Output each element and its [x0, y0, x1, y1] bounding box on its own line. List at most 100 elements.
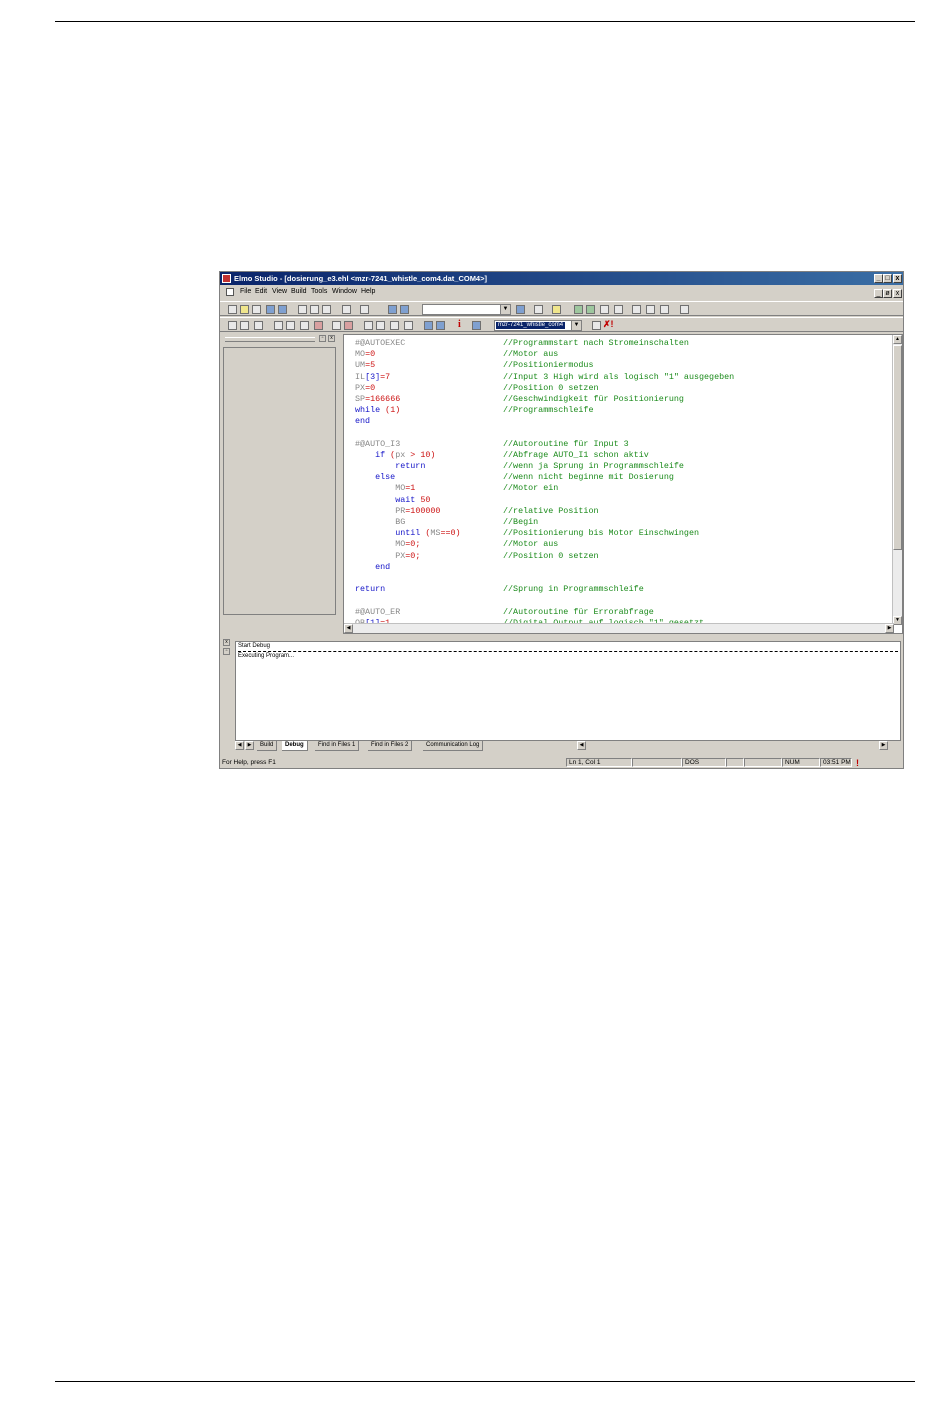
- menu-window[interactable]: Window: [332, 288, 357, 295]
- menu-help[interactable]: Help: [361, 288, 375, 295]
- code-token: =0;: [405, 539, 421, 550]
- print-icon[interactable]: [534, 305, 543, 314]
- tool-a-icon[interactable]: [632, 305, 641, 314]
- scroll-up-arrow[interactable]: ▲: [893, 335, 902, 344]
- title-bar[interactable]: Elmo Studio - [dosierung_e3.ehl <mzr-724…: [220, 272, 903, 285]
- stop-motor-icon[interactable]: ✗!: [603, 319, 614, 330]
- find-icon[interactable]: [516, 305, 525, 314]
- code-comment: //relative Position: [503, 505, 599, 516]
- tab-debug[interactable]: Debug: [282, 741, 308, 751]
- connect-icon[interactable]: [574, 305, 583, 314]
- tool-c-icon[interactable]: [660, 305, 669, 314]
- tab-scroll-left-arrow[interactable]: ◀: [235, 741, 244, 750]
- pane-close-button[interactable]: x: [328, 335, 335, 342]
- new-file-icon[interactable]: [228, 305, 237, 314]
- network-settings-icon[interactable]: [614, 305, 623, 314]
- scroll-thumb[interactable]: [893, 345, 902, 550]
- drag-grip[interactable]: [225, 337, 315, 342]
- status-cursor-position: Ln 1, Col 1: [566, 758, 632, 767]
- step-out-icon[interactable]: [390, 321, 399, 330]
- code-statement: PX=0;: [355, 551, 420, 562]
- cut-icon[interactable]: [298, 305, 307, 314]
- output-pane-grip[interactable]: x ▫: [223, 639, 232, 753]
- workspace-tree[interactable]: [223, 347, 336, 615]
- chevron-down-icon[interactable]: ▼: [500, 305, 510, 314]
- output-hscroll-right-arrow[interactable]: ▶: [879, 741, 888, 750]
- document-icon[interactable]: [226, 288, 234, 296]
- tab-scroll-right-arrow[interactable]: ▶: [245, 741, 254, 750]
- open-folder-icon[interactable]: [240, 305, 249, 314]
- code-token: =0: [365, 382, 376, 393]
- paste-icon[interactable]: [322, 305, 331, 314]
- breakpoint-icon[interactable]: [344, 321, 353, 330]
- variables-icon[interactable]: [436, 321, 445, 330]
- device-combo[interactable]: mzr-7241_whistle_com4 ▼: [494, 320, 582, 331]
- save-icon[interactable]: [266, 305, 275, 314]
- watch-icon[interactable]: [424, 321, 433, 330]
- close-button[interactable]: x: [893, 274, 902, 283]
- mdi-minimize-button[interactable]: _: [874, 289, 883, 298]
- compile-icon[interactable]: [228, 321, 237, 330]
- help-icon[interactable]: [552, 305, 561, 314]
- step-into-icon[interactable]: [364, 321, 373, 330]
- disconnect-icon[interactable]: [586, 305, 595, 314]
- scroll-down-arrow[interactable]: ▼: [893, 616, 902, 625]
- code-token: MS: [430, 528, 441, 539]
- menu-file[interactable]: File: [240, 288, 251, 295]
- delete-program-icon[interactable]: [314, 321, 323, 330]
- menu-build[interactable]: Build: [291, 288, 307, 295]
- menu-edit[interactable]: Edit: [255, 288, 267, 295]
- debug-go-icon[interactable]: [332, 321, 341, 330]
- upload-icon[interactable]: [300, 321, 309, 330]
- settings-gear-icon[interactable]: [254, 321, 263, 330]
- network-icon[interactable]: [600, 305, 609, 314]
- output-resize-button[interactable]: ▫: [223, 648, 230, 655]
- tab-build[interactable]: Build: [257, 741, 278, 751]
- output-text[interactable]: Start Debug Executing Program...: [235, 641, 901, 741]
- info-icon[interactable]: i: [458, 319, 461, 330]
- copy-icon[interactable]: [310, 305, 319, 314]
- open-doc-icon[interactable]: [252, 305, 261, 314]
- run-icon[interactable]: [274, 321, 283, 330]
- terminal-icon[interactable]: [472, 321, 481, 330]
- tool-b-icon[interactable]: [646, 305, 655, 314]
- output-close-button[interactable]: x: [223, 639, 230, 646]
- build-icon[interactable]: [240, 321, 249, 330]
- vertical-scrollbar[interactable]: ▲ ▼: [892, 335, 902, 625]
- mdi-close-button[interactable]: x: [893, 289, 902, 298]
- code-comment: //Autoroutine für Input 3: [503, 438, 629, 449]
- redo-icon[interactable]: [360, 305, 369, 314]
- scroll-right-arrow[interactable]: ▶: [885, 624, 894, 633]
- code-token: until: [355, 528, 421, 539]
- refresh-icon[interactable]: [680, 305, 689, 314]
- code-statement: while (1): [355, 405, 400, 416]
- output-window-icon[interactable]: [400, 305, 409, 314]
- menu-tools[interactable]: Tools: [311, 288, 327, 295]
- alert-icon: !: [856, 758, 859, 768]
- code-comment: //Position 0 setzen: [503, 550, 599, 561]
- save-all-icon[interactable]: [278, 305, 287, 314]
- step-over-icon[interactable]: [376, 321, 385, 330]
- horizontal-scrollbar[interactable]: ◀ ▶: [344, 623, 894, 633]
- tab-communication-log[interactable]: Communication Log: [423, 741, 484, 751]
- code-token: =0: [365, 349, 376, 360]
- search-combo[interactable]: ▼: [422, 304, 511, 315]
- workspace-icon[interactable]: [388, 305, 397, 314]
- run-to-cursor-icon[interactable]: [404, 321, 413, 330]
- minimize-button[interactable]: _: [874, 274, 883, 283]
- status-line-format: DOS: [682, 758, 726, 767]
- chevron-down-icon[interactable]: ▼: [571, 321, 581, 330]
- pane-resize-button[interactable]: ▫: [319, 335, 326, 342]
- tab-find-in-files-1[interactable]: Find in Files 1: [315, 741, 360, 751]
- download-icon[interactable]: [286, 321, 295, 330]
- code-editor[interactable]: #@AUTOEXEC //Programmstart nach Stromeins…: [343, 334, 903, 634]
- mdi-restore-button[interactable]: ø: [883, 289, 892, 298]
- scroll-left-arrow[interactable]: ◀: [344, 624, 353, 633]
- app-icon[interactable]: [222, 274, 231, 283]
- arrow-icon[interactable]: [592, 321, 601, 330]
- tab-find-in-files-2[interactable]: Find in Files 2: [368, 741, 413, 751]
- output-hscroll-left-arrow[interactable]: ◀: [577, 741, 586, 750]
- menu-view[interactable]: View: [272, 288, 287, 295]
- maximize-button[interactable]: □: [883, 274, 892, 283]
- undo-icon[interactable]: [342, 305, 351, 314]
